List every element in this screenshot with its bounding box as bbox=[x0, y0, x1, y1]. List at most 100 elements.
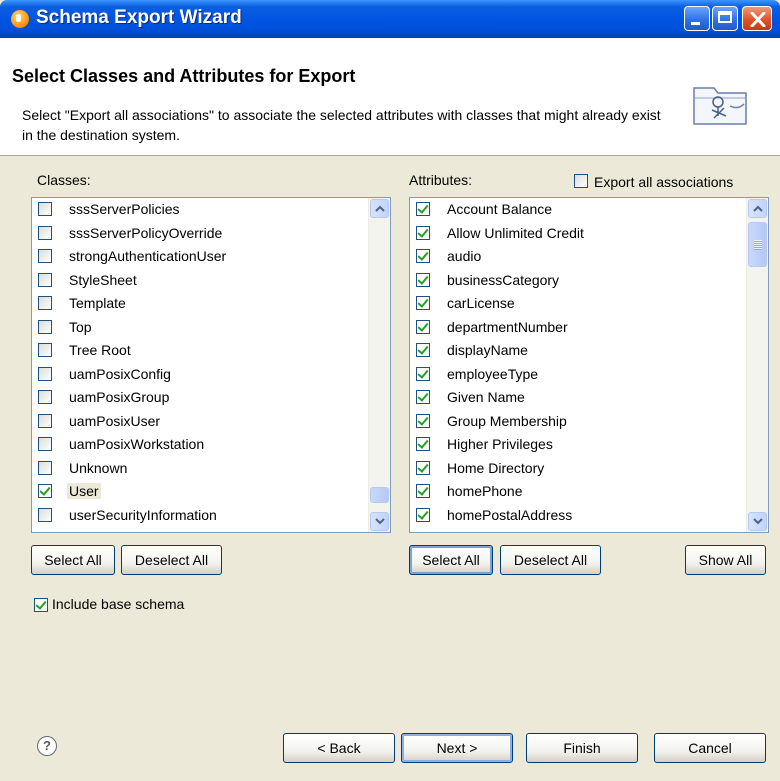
attribute-item-label: Account Balance bbox=[447, 201, 553, 217]
attribute-list-item[interactable]: homePostalAddress bbox=[410, 504, 746, 528]
class-item-checkbox[interactable] bbox=[38, 225, 52, 240]
page-description: Select "Export all associations" to asso… bbox=[22, 107, 661, 143]
attribute-list-item[interactable]: Higher Privileges bbox=[410, 433, 746, 457]
class-list-item[interactable]: uamPosixGroup bbox=[32, 386, 368, 410]
attribute-item-checkbox[interactable] bbox=[416, 460, 430, 475]
class-list-item[interactable]: uamPosixUser bbox=[32, 410, 368, 434]
class-list-item[interactable]: Tree Root bbox=[32, 339, 368, 363]
back-button[interactable]: < Back bbox=[283, 733, 395, 763]
attribute-item-label: Given Name bbox=[447, 389, 525, 405]
classes-scroll-down-button[interactable] bbox=[370, 512, 389, 531]
class-list-item[interactable]: Top bbox=[32, 316, 368, 340]
chevron-down-icon bbox=[375, 518, 385, 525]
class-item-checkbox[interactable] bbox=[38, 272, 52, 287]
attribute-list-item[interactable]: displayName bbox=[410, 339, 746, 363]
attributes-select-all-button[interactable]: Select All bbox=[409, 545, 493, 575]
cancel-button[interactable]: Cancel bbox=[654, 733, 766, 763]
help-icon[interactable]: ? bbox=[37, 736, 57, 756]
attribute-item-checkbox[interactable] bbox=[416, 484, 430, 498]
close-button[interactable] bbox=[742, 6, 772, 31]
attributes-scrollbar[interactable] bbox=[746, 198, 768, 532]
class-item-checkbox[interactable] bbox=[38, 319, 52, 334]
attributes-listbox[interactable]: Account Balance Allow Unlimited Credit aud… bbox=[409, 197, 769, 533]
class-item-label: strongAuthenticationUser bbox=[69, 248, 227, 264]
export-all-associations-checkbox[interactable] bbox=[574, 174, 588, 188]
next-button[interactable]: Next > bbox=[401, 733, 513, 763]
attributes-scroll-up-button[interactable] bbox=[748, 199, 767, 218]
class-list-item[interactable]: strongAuthenticationUser bbox=[32, 245, 368, 269]
chevron-up-icon bbox=[753, 205, 763, 212]
class-list-item[interactable]: userSecurityInformation bbox=[32, 504, 368, 528]
attribute-item-checkbox[interactable] bbox=[416, 272, 430, 287]
class-list-item[interactable]: sssServerPolicyOverride bbox=[32, 222, 368, 246]
attribute-item-checkbox[interactable] bbox=[416, 437, 430, 451]
wizard-header: Select Classes and Attributes for Export… bbox=[0, 38, 780, 156]
finish-button[interactable]: Finish bbox=[526, 733, 638, 763]
classes-scroll-up-button[interactable] bbox=[370, 199, 389, 218]
classes-deselect-all-button[interactable]: Deselect All bbox=[121, 545, 222, 575]
attribute-item-checkbox[interactable] bbox=[416, 296, 430, 310]
class-list-item[interactable]: User bbox=[32, 480, 368, 504]
include-base-schema-label[interactable]: Include base schema bbox=[52, 596, 184, 612]
attributes-scroll-thumb[interactable] bbox=[748, 222, 767, 267]
window-title: Schema Export Wizard bbox=[36, 7, 242, 28]
attribute-list-item[interactable]: homePhone bbox=[410, 480, 746, 504]
attribute-item-checkbox[interactable] bbox=[416, 319, 430, 334]
attribute-list-item[interactable]: Group Membership bbox=[410, 410, 746, 434]
attribute-item-checkbox[interactable] bbox=[416, 343, 430, 357]
class-item-checkbox[interactable] bbox=[38, 249, 52, 263]
attribute-list-item[interactable]: Account Balance bbox=[410, 198, 746, 222]
attribute-list-item[interactable]: carLicense bbox=[410, 292, 746, 316]
attribute-item-checkbox[interactable] bbox=[416, 366, 430, 381]
attribute-item-checkbox[interactable] bbox=[416, 225, 430, 240]
class-item-checkbox[interactable] bbox=[38, 296, 52, 310]
attribute-list-item[interactable]: Allow Unlimited Credit bbox=[410, 222, 746, 246]
class-item-checkbox[interactable] bbox=[38, 202, 52, 216]
attribute-list-item[interactable]: employeeType bbox=[410, 363, 746, 387]
include-base-schema-checkbox[interactable] bbox=[34, 598, 48, 612]
attribute-item-label: audio bbox=[447, 248, 482, 264]
class-list-item[interactable]: StyleSheet bbox=[32, 269, 368, 293]
class-item-checkbox[interactable] bbox=[38, 390, 52, 404]
class-item-checkbox[interactable] bbox=[38, 507, 52, 522]
attribute-list-item[interactable]: audio bbox=[410, 245, 746, 269]
class-item-label: sssServerPolicyOverride bbox=[69, 224, 223, 241]
attribute-item-label: Higher Privileges bbox=[447, 436, 553, 452]
chevron-up-icon bbox=[375, 205, 385, 212]
show-all-button[interactable]: Show All bbox=[685, 545, 766, 575]
class-list-item[interactable]: Template bbox=[32, 292, 368, 316]
class-item-checkbox[interactable] bbox=[38, 437, 52, 451]
classes-listbox[interactable]: sssServerPolicies sssServerPolicyOverride… bbox=[31, 197, 391, 533]
attributes-deselect-all-button[interactable]: Deselect All bbox=[500, 545, 601, 575]
attribute-list-item[interactable]: departmentNumber bbox=[410, 316, 746, 340]
attribute-item-checkbox[interactable] bbox=[416, 413, 430, 428]
attribute-item-label: carLicense bbox=[447, 295, 515, 311]
attribute-item-checkbox[interactable] bbox=[416, 249, 430, 263]
class-list-item[interactable]: uamPosixConfig bbox=[32, 363, 368, 387]
class-item-label: uamPosixUser bbox=[69, 412, 161, 429]
export-all-associations-label[interactable]: Export all associations bbox=[594, 174, 733, 190]
maximize-button[interactable] bbox=[712, 6, 738, 31]
class-item-checkbox[interactable] bbox=[38, 343, 52, 357]
attribute-item-checkbox[interactable] bbox=[416, 202, 430, 216]
title-bar[interactable]: Schema Export Wizard bbox=[0, 0, 780, 38]
attribute-list-item[interactable]: businessCategory bbox=[410, 269, 746, 293]
minimize-button[interactable] bbox=[684, 6, 710, 31]
classes-scrollbar[interactable] bbox=[368, 198, 390, 532]
class-list-item[interactable]: sssServerPolicies bbox=[32, 198, 368, 222]
attributes-scroll-down-button[interactable] bbox=[748, 512, 767, 531]
attribute-list-item[interactable]: Given Name bbox=[410, 386, 746, 410]
attribute-item-label: displayName bbox=[447, 342, 528, 358]
class-list-item[interactable]: Unknown bbox=[32, 457, 368, 481]
class-item-checkbox[interactable] bbox=[38, 460, 52, 475]
class-list-item[interactable]: uamPosixWorkstation bbox=[32, 433, 368, 457]
class-item-checkbox[interactable] bbox=[38, 366, 52, 381]
class-item-label: User bbox=[67, 483, 101, 499]
attribute-item-checkbox[interactable] bbox=[416, 507, 430, 522]
classes-select-all-button[interactable]: Select All bbox=[31, 545, 115, 575]
class-item-checkbox[interactable] bbox=[38, 413, 52, 428]
class-item-checkbox[interactable] bbox=[38, 484, 52, 498]
attribute-list-item[interactable]: Home Directory bbox=[410, 457, 746, 481]
attribute-item-checkbox[interactable] bbox=[416, 390, 430, 404]
classes-scroll-thumb[interactable] bbox=[370, 487, 389, 503]
